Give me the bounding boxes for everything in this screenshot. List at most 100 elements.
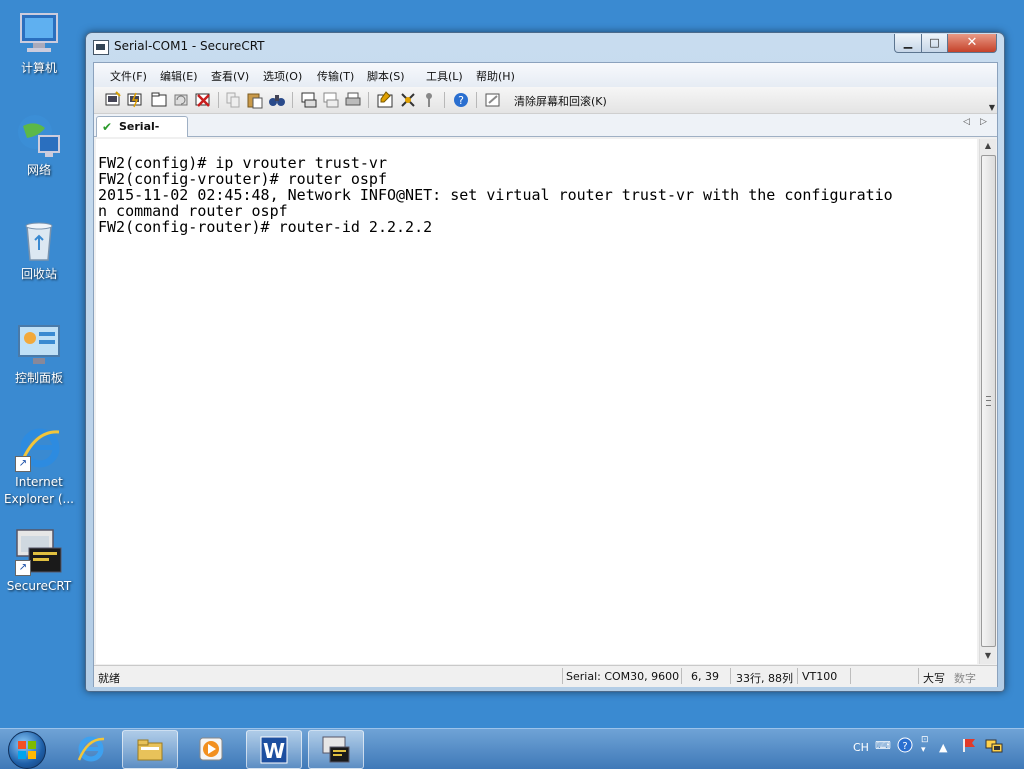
ime-options-icon[interactable]: ⊡ ▾ bbox=[921, 735, 929, 755]
taskbar-securecrt[interactable] bbox=[308, 730, 364, 769]
help-icon[interactable]: ? bbox=[897, 737, 913, 756]
tab-serial-com1[interactable]: ✔ Serial-COM1 bbox=[96, 116, 188, 153]
terminal-line: 2015-11-02 02:45:48, Network INFO@NET: s… bbox=[98, 186, 893, 204]
computer-icon bbox=[15, 10, 63, 58]
print-button[interactable] bbox=[344, 91, 362, 109]
toolbar-separator bbox=[292, 92, 293, 108]
menu-view[interactable]: 查看(V) bbox=[211, 68, 249, 84]
window-client: 文件(F) 编辑(E) 查看(V) 选项(O) 传输(T) 脚本(S) 工具(L… bbox=[93, 62, 998, 687]
menu-tools[interactable]: 工具(L) bbox=[426, 68, 463, 84]
language-indicator[interactable]: CH bbox=[853, 741, 869, 754]
quick-connect-button[interactable] bbox=[126, 91, 144, 109]
minimize-button[interactable]: ▁ bbox=[894, 34, 922, 53]
scroll-down-icon[interactable]: ▼ bbox=[980, 649, 996, 663]
show-hidden-icons-icon[interactable]: ▲ bbox=[939, 741, 947, 754]
svg-text:?: ? bbox=[902, 741, 907, 752]
status-divider bbox=[730, 668, 731, 684]
connect-in-tab-button[interactable] bbox=[150, 91, 168, 109]
status-connection: Serial: COM30, 9600 bbox=[566, 670, 680, 683]
paste-button[interactable] bbox=[246, 91, 264, 109]
tab-connect-icon bbox=[151, 92, 167, 107]
toolbar: ? 清除屏幕和回滚(K) ▼ bbox=[94, 87, 997, 114]
desktop-icon-label: Internet Explorer (... bbox=[4, 475, 74, 506]
securecrt-window[interactable]: Serial-COM1 - SecureCRT ▁ □ ✕ 文件(F) 编辑(E… bbox=[85, 32, 1005, 692]
scrollbar-thumb[interactable] bbox=[981, 155, 996, 647]
printer-icon bbox=[345, 92, 361, 106]
global-options-button[interactable] bbox=[399, 91, 417, 109]
shortcut-arrow-icon: ↗ bbox=[15, 456, 31, 472]
taskbar: W CH ⌨ ? ⊡ ▾ ▲ bbox=[0, 728, 1024, 769]
quick-connect-icon bbox=[127, 92, 142, 108]
desktop-icon-recycle-bin[interactable]: 回收站 bbox=[1, 216, 77, 283]
close-button[interactable]: ✕ bbox=[947, 34, 997, 53]
key-icon bbox=[426, 93, 432, 107]
status-divider bbox=[850, 668, 851, 684]
clear-screen-button[interactable] bbox=[484, 91, 502, 109]
desktop-icon-network[interactable]: 网络 bbox=[1, 112, 77, 179]
menu-file[interactable]: 文件(F) bbox=[110, 68, 147, 84]
taskbar-file-explorer[interactable] bbox=[122, 730, 178, 769]
menu-help[interactable]: 帮助(H) bbox=[476, 68, 515, 84]
find-button[interactable] bbox=[268, 91, 286, 109]
toolbar-separator bbox=[218, 92, 219, 108]
grip-icon bbox=[986, 396, 991, 406]
disconnect-button[interactable] bbox=[194, 91, 212, 109]
toolbar-overflow-icon[interactable]: ▼ bbox=[989, 103, 995, 112]
title-bar[interactable]: Serial-COM1 - SecureCRT ▁ □ ✕ bbox=[86, 33, 1004, 61]
terminal-screen[interactable]: FW2(config)# ip vrouter trust-vr FW2(con… bbox=[96, 139, 977, 664]
desktop-icon-internet-explorer[interactable]: ↗ Internet Explorer (... bbox=[1, 424, 77, 508]
keyboard-icon[interactable]: ⌨ bbox=[875, 739, 891, 752]
desktop-icon-securecrt[interactable]: ↗ SecureCRT bbox=[1, 528, 77, 595]
menu-edit[interactable]: 编辑(E) bbox=[160, 68, 198, 84]
session-options-icon bbox=[377, 91, 393, 108]
window-title: Serial-COM1 - SecureCRT bbox=[114, 39, 265, 53]
reconnect-button[interactable] bbox=[172, 91, 190, 109]
keymap-button[interactable] bbox=[420, 91, 438, 109]
status-ready: 就绪 bbox=[98, 672, 120, 685]
toolbar-separator bbox=[476, 92, 477, 108]
terminal-line: n command router ospf bbox=[98, 202, 288, 220]
action-center-flag-icon[interactable] bbox=[961, 737, 977, 756]
maximize-button[interactable]: □ bbox=[921, 34, 948, 53]
session-tab-bar: ✔ Serial-COM1 ◁ ▷ bbox=[94, 114, 997, 153]
app-icon bbox=[93, 40, 109, 55]
copy-button[interactable] bbox=[224, 91, 242, 109]
taskbar-word[interactable]: W bbox=[246, 730, 302, 769]
status-divider bbox=[681, 668, 682, 684]
global-options-icon bbox=[401, 93, 415, 107]
toolbar-separator bbox=[444, 92, 445, 108]
svg-text:W: W bbox=[263, 739, 285, 763]
network-tray-icon[interactable] bbox=[985, 737, 1003, 756]
desktop-icon-label: 控制面板 bbox=[14, 371, 63, 385]
taskbar-media-player[interactable] bbox=[184, 730, 238, 767]
print-selection-icon bbox=[323, 92, 339, 108]
word-icon: W bbox=[260, 736, 288, 764]
connect-icon bbox=[105, 91, 121, 106]
tab-scroll-left-icon[interactable]: ◁ bbox=[963, 117, 970, 127]
start-button[interactable] bbox=[8, 731, 46, 769]
connected-check-icon: ✔ bbox=[102, 120, 113, 134]
print-screen-button[interactable] bbox=[300, 91, 318, 109]
status-divider bbox=[797, 668, 798, 684]
desktop-icon-computer[interactable]: 计算机 bbox=[1, 10, 77, 77]
terminal-line: FW2(config-router)# router-id 2.2.2.2 bbox=[98, 218, 433, 236]
taskbar-internet-explorer[interactable] bbox=[64, 730, 118, 767]
status-emulation: VT100 bbox=[802, 670, 838, 683]
desktop-icon-control-panel[interactable]: 控制面板 bbox=[1, 320, 77, 387]
system-tray: CH ⌨ ? ⊡ ▾ ▲ bbox=[845, 729, 1024, 769]
tab-scroll-right-icon[interactable]: ▷ bbox=[980, 117, 987, 127]
terminal-scrollbar[interactable]: ▲ ▼ bbox=[979, 139, 996, 664]
menu-transfer[interactable]: 传输(T) bbox=[317, 68, 354, 84]
desktop-icon-label: SecureCRT bbox=[6, 579, 72, 593]
status-terminal-size: 33行, 88列 bbox=[736, 672, 793, 685]
internet-explorer-icon bbox=[77, 736, 105, 762]
session-options-button[interactable] bbox=[376, 91, 394, 109]
connect-button[interactable] bbox=[104, 91, 122, 109]
print-selection-button[interactable] bbox=[322, 91, 340, 109]
clear-screen-label[interactable]: 清除屏幕和回滚(K) bbox=[514, 93, 607, 109]
menu-script[interactable]: 脚本(S) bbox=[367, 68, 405, 84]
help-button[interactable]: ? bbox=[452, 91, 470, 109]
internet-explorer-icon: ↗ bbox=[15, 424, 63, 472]
menu-options[interactable]: 选项(O) bbox=[263, 68, 302, 84]
scroll-up-icon[interactable]: ▲ bbox=[980, 139, 996, 153]
